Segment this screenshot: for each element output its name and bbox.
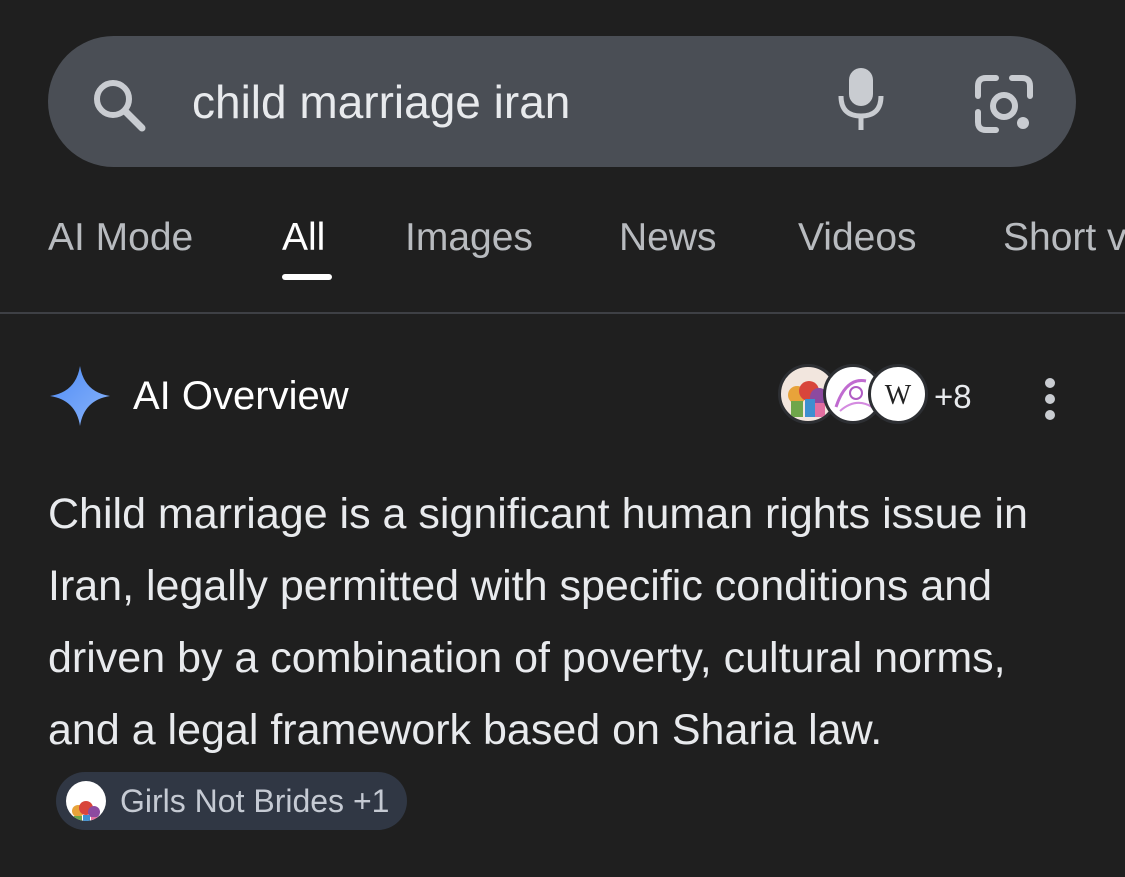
more-options-icon[interactable] (1036, 376, 1064, 422)
search-tabs: AI Mode All Images News Videos Short v (0, 190, 1125, 314)
citation-chip-label: Girls Not Brides +1 (120, 782, 390, 819)
girls-not-brides-chip-icon (66, 780, 106, 821)
ai-sparkle-icon (50, 366, 110, 426)
tabs-divider (0, 312, 1125, 314)
more-sources-count[interactable]: +8 (934, 376, 972, 418)
tab-images[interactable]: Images (405, 212, 533, 264)
citation-chip[interactable]: Girls Not Brides +1 (56, 771, 408, 830)
tab-ai-mode[interactable]: AI Mode (48, 212, 193, 264)
search-icon[interactable] (88, 74, 150, 136)
tab-news[interactable]: News (619, 212, 717, 264)
tab-videos[interactable]: Videos (798, 212, 917, 264)
wikipedia-logo-icon: W (868, 364, 928, 424)
ai-overview-title: AI Overview (133, 374, 349, 418)
svg-text:W: W (885, 380, 912, 411)
tab-short-videos[interactable]: Short v (1003, 212, 1125, 264)
active-tab-indicator (282, 274, 332, 280)
summary-text: Child marriage is a significant human ri… (48, 490, 1028, 754)
search-input[interactable]: child marriage iran (192, 70, 570, 134)
ai-overview-summary: Child marriage is a significant human ri… (48, 478, 1088, 838)
camera-lens-icon[interactable] (972, 72, 1036, 136)
tab-all[interactable]: All (282, 212, 325, 264)
microphone-icon[interactable] (834, 64, 888, 136)
